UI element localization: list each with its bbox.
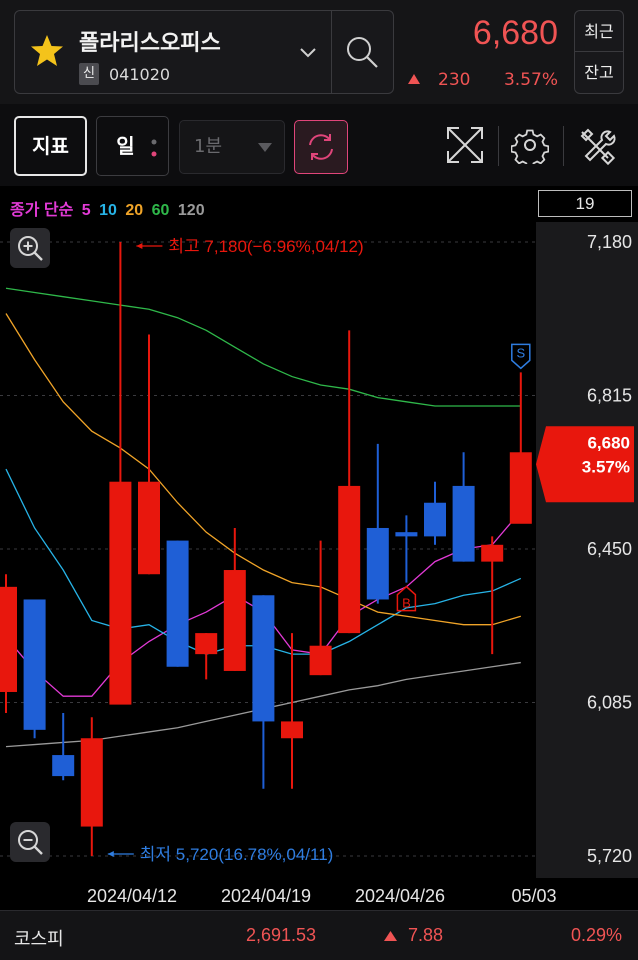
low-annotation-arrowhead xyxy=(107,851,114,857)
interval-select[interactable]: 1분 xyxy=(179,120,285,174)
candle-body xyxy=(80,738,103,827)
x-tick-label: 2024/04/26 xyxy=(355,886,445,906)
candle-body xyxy=(166,540,189,667)
moving-average-legend: 종가 단순 5 10 20 60 120 xyxy=(10,196,209,220)
legend-ma-60: 60 xyxy=(151,202,170,219)
expand-icon[interactable] xyxy=(444,124,486,166)
candle-body xyxy=(252,595,275,722)
legend-prefix: 종가 단순 xyxy=(10,202,74,219)
legend-ma-20: 20 xyxy=(125,202,144,219)
gear-icon[interactable] xyxy=(511,126,549,164)
x-tick-label: 2024/04/19 xyxy=(221,886,311,906)
legend-ma-5: 5 xyxy=(81,202,91,219)
chart-toolbar: 지표 일 1분 xyxy=(0,104,638,186)
svg-text:S: S xyxy=(516,345,525,360)
new-listing-badge: 신 xyxy=(79,63,99,85)
candle-body xyxy=(0,586,17,692)
sell-signal-marker: S xyxy=(511,343,531,370)
caret-down-icon xyxy=(258,143,272,152)
candle-body xyxy=(138,481,160,575)
candle-body xyxy=(452,485,475,562)
price-change-percent: 3.57% xyxy=(503,70,558,90)
y-tick-label: 5,720 xyxy=(587,846,632,866)
legend-ma-120: 120 xyxy=(177,202,205,219)
side-button-group: 최근 잔고 xyxy=(574,10,624,94)
index-change-percent: 0.29% xyxy=(570,925,622,945)
y-tick-label: 6,450 xyxy=(587,539,632,559)
period-button[interactable]: 일 xyxy=(96,116,169,176)
period-label: 일 xyxy=(116,134,135,158)
zoom-in-icon[interactable] xyxy=(10,228,50,268)
search-icon[interactable] xyxy=(343,33,381,71)
high-annotation-arrowhead xyxy=(136,243,143,249)
x-tick-label: 05/03 xyxy=(511,886,556,906)
candle-body xyxy=(23,599,46,730)
legend-ma-10: 10 xyxy=(99,202,117,219)
candle-body xyxy=(223,570,246,671)
x-tick-label: 2024/04/12 xyxy=(87,886,177,906)
candle-count-input[interactable]: 19 xyxy=(538,190,632,217)
interval-label: 1분 xyxy=(194,136,223,157)
divider xyxy=(498,126,499,166)
more-vertical-icon xyxy=(151,139,157,157)
index-change: 7.88 xyxy=(408,925,444,945)
y-tick-label: 6,085 xyxy=(587,693,632,713)
divider xyxy=(563,126,564,166)
stock-selector[interactable]: 폴라리스오피스 신 041020 xyxy=(14,10,394,94)
price-chart[interactable]: 7,180 6,815 6,450 6,085 5,720 B S 최고 7,180(−6.9… xyxy=(0,186,638,910)
current-price-tag-change: 3.57% xyxy=(582,457,630,476)
candle-body xyxy=(509,452,532,524)
candle-body xyxy=(366,527,389,600)
index-ticker[interactable]: 코스피 2,691.53 7.88 0.29% xyxy=(0,910,638,960)
candle-body xyxy=(395,532,418,537)
divider xyxy=(331,11,332,93)
tools-icon[interactable] xyxy=(576,126,616,166)
candle-body xyxy=(52,755,75,777)
index-name: 코스피 xyxy=(14,929,64,950)
high-annotation: 최고 7,180(−6.96%,04/12) xyxy=(168,237,363,256)
candle-body xyxy=(338,485,361,634)
candle-body xyxy=(195,633,218,655)
current-price-tag-price: 6,680 xyxy=(587,433,630,452)
y-tick-label: 6,815 xyxy=(587,386,632,406)
ma-line-60 xyxy=(5,287,521,407)
candle-body xyxy=(109,481,132,705)
recent-button[interactable]: 최근 xyxy=(575,11,623,52)
stock-code: 041020 xyxy=(109,65,171,84)
refresh-icon xyxy=(309,134,333,160)
stock-header: 폴라리스오피스 신 041020 6,680 230 3.57% 최근 잔고 xyxy=(0,0,638,104)
candle-body xyxy=(481,544,504,562)
stock-name: 폴라리스오피스 xyxy=(79,31,221,56)
index-value: 2,691.53 xyxy=(246,925,317,945)
price-change: 230 xyxy=(438,70,471,90)
triangle-up-icon xyxy=(384,931,397,941)
low-annotation: 최저 5,720(16.78%,04/11) xyxy=(140,845,334,864)
balance-button[interactable]: 잔고 xyxy=(575,52,623,93)
triangle-up-icon xyxy=(408,74,420,84)
candlestick-chart: 7,180 6,815 6,450 6,085 5,720 B S 최고 7,180(−6.9… xyxy=(0,222,638,910)
zoom-out-icon[interactable] xyxy=(10,822,50,862)
chevron-down-icon[interactable] xyxy=(297,41,319,63)
indicator-button[interactable]: 지표 xyxy=(14,116,87,176)
refresh-button[interactable] xyxy=(294,120,348,174)
star-icon[interactable] xyxy=(29,33,65,69)
candle-body xyxy=(424,502,446,537)
candle-body xyxy=(281,721,303,739)
y-tick-label: 7,180 xyxy=(587,232,632,252)
candle-body xyxy=(309,645,332,676)
svg-text:B: B xyxy=(402,596,411,611)
current-price: 6,680 xyxy=(472,14,558,52)
ma-line-20 xyxy=(5,313,521,626)
